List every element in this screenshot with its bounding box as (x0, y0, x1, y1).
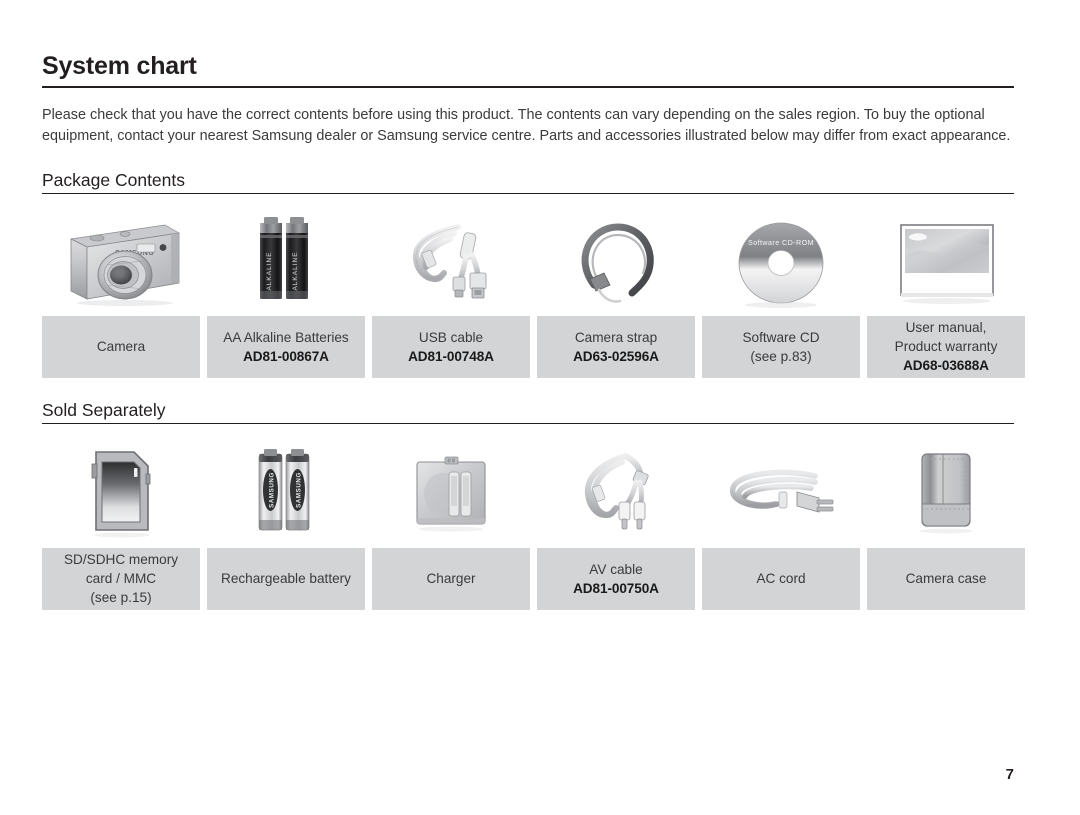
manual-page: System chart Please check that you have … (0, 0, 1080, 815)
section-header-sold-separately: Sold Separately (42, 400, 1014, 424)
title-block: System chart (42, 0, 1014, 88)
svg-text:SAMSUNG: SAMSUNG (269, 472, 276, 508)
item-av-cable: AV cable AD81-00750A (537, 436, 695, 610)
item-label: Camera (42, 315, 200, 378)
item-code: AD81-00867A (243, 348, 329, 364)
item-ac-cord: AC cord (702, 436, 860, 610)
item-software-cd: Software CD-ROM Software CD (see p.83) (702, 206, 860, 378)
item-name: Software CD (742, 329, 820, 345)
item-detail: card / MMC (85, 571, 157, 587)
user-manual-icon (867, 206, 1025, 316)
software-cd-icon: Software CD-ROM (702, 206, 860, 316)
item-name: AC cord (756, 571, 806, 587)
item-name: USB cable (418, 329, 484, 345)
section-divider (42, 192, 1014, 194)
item-detail-2: (see p.15) (90, 590, 152, 606)
item-usb-cable: USB cable AD81-00748A (372, 206, 530, 378)
svg-text:ALKALINE: ALKALINE (266, 251, 273, 290)
item-name: Camera (96, 339, 146, 355)
item-camera-strap: Camera strap AD63-02596A (537, 206, 695, 378)
cd-label-text: Software CD-ROM (748, 238, 814, 247)
item-name: AA Alkaline Batteries (223, 329, 349, 345)
item-rechargeable-battery: SAMSUNG SAMSUNG Rechargeable battery (207, 436, 365, 610)
svg-text:ALKALINE: ALKALINE (292, 251, 299, 290)
item-aa-batteries: ALKALINE ALKALINE AA Alkaline Batteries … (207, 206, 365, 378)
camera-strap-icon (537, 206, 695, 316)
item-code: AD81-00748A (408, 348, 494, 364)
section-header-package-contents: Package Contents (42, 170, 1014, 194)
intro-paragraph: Please check that you have the correct c… (42, 106, 1011, 145)
item-label: AA Alkaline Batteries AD81-00867A (207, 315, 365, 378)
section-title: Package Contents (42, 169, 186, 190)
section-divider (42, 422, 1014, 424)
item-label: Camera strap AD63-02596A (537, 315, 695, 378)
package-contents-grid: SAMSUNG (42, 206, 1025, 378)
item-label: AC cord (702, 547, 860, 610)
item-name: Camera strap (574, 329, 658, 345)
item-label: User manual, Product warranty AD68-03688… (867, 315, 1025, 378)
page-title: System chart (42, 52, 197, 80)
item-code: AD68-03688A (903, 358, 989, 374)
item-name: AV cable (589, 561, 643, 577)
item-camera-case: Camera case (867, 436, 1025, 610)
item-label: Charger (372, 547, 530, 610)
item-label: Rechargeable battery (207, 547, 365, 610)
charger-icon (372, 436, 530, 548)
av-cable-icon (537, 436, 695, 548)
item-label: Software CD (see p.83) (702, 315, 860, 378)
item-name: Camera case (905, 571, 987, 587)
item-detail: (see p.83) (750, 348, 812, 364)
page-content: System chart Please check that you have … (42, 0, 1025, 610)
item-code: AD81-00750A (573, 580, 659, 596)
svg-text:SAMSUNG: SAMSUNG (296, 472, 303, 508)
camera-case-icon (867, 436, 1025, 548)
item-charger: Charger (372, 436, 530, 610)
item-name: Rechargeable battery (221, 571, 351, 587)
item-label: AV cable AD81-00750A (537, 547, 695, 610)
sold-separately-grid: SD/SDHC memory card / MMC (see p.15) SAM… (42, 436, 1025, 610)
item-name: User manual, (905, 320, 987, 336)
item-code: AD63-02596A (573, 348, 659, 364)
usb-cable-icon (372, 206, 530, 316)
item-detail: Product warranty (894, 339, 998, 355)
section-title: Sold Separately (42, 399, 166, 420)
ac-cord-icon (702, 436, 860, 548)
item-user-manual: User manual, Product warranty AD68-03688… (867, 206, 1025, 378)
item-camera: SAMSUNG (42, 206, 200, 378)
item-label: SD/SDHC memory card / MMC (see p.15) (42, 547, 200, 610)
item-name: Charger (426, 571, 476, 587)
item-label: Camera case (867, 547, 1025, 610)
aa-batteries-icon: ALKALINE ALKALINE (207, 206, 365, 316)
item-label: USB cable AD81-00748A (372, 315, 530, 378)
rechargeable-battery-icon: SAMSUNG SAMSUNG (207, 436, 365, 548)
item-name: SD/SDHC memory (63, 552, 179, 568)
item-sd-card: SD/SDHC memory card / MMC (see p.15) (42, 436, 200, 610)
page-number: 7 (1005, 766, 1014, 783)
sd-card-icon (42, 436, 200, 548)
camera-icon: SAMSUNG (42, 206, 200, 316)
